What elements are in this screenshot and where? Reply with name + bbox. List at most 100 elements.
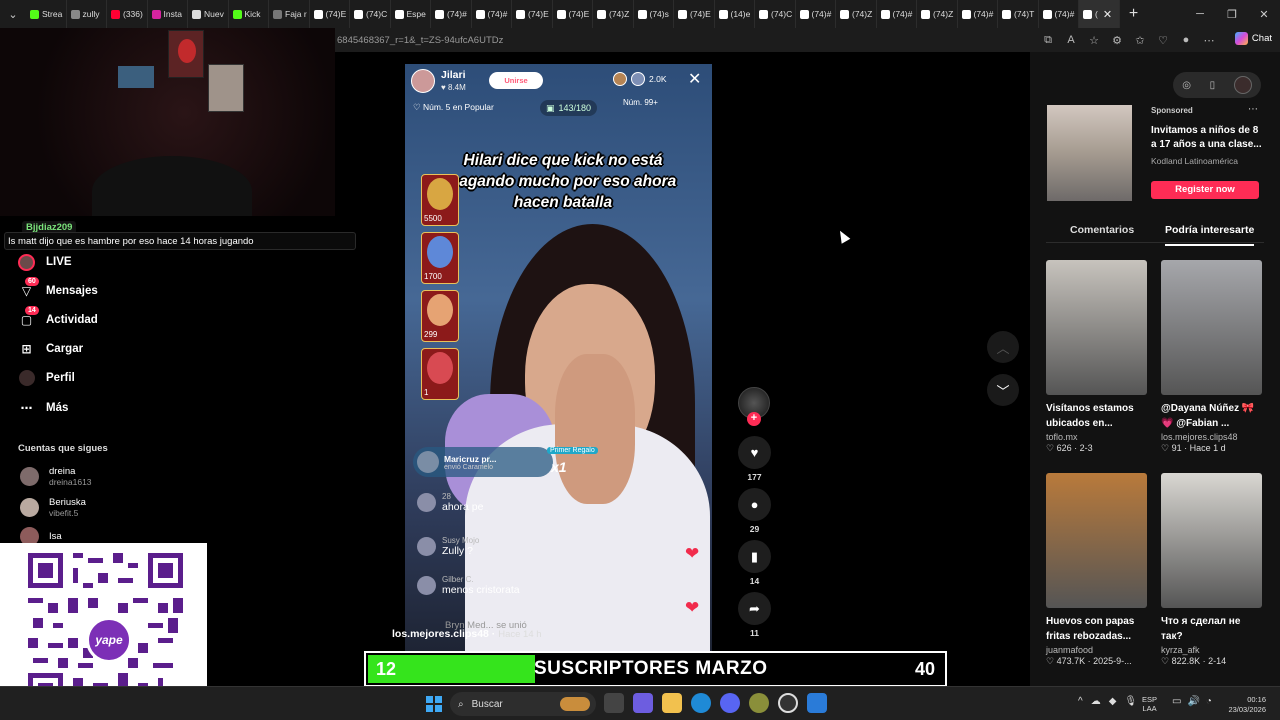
phone-icon[interactable]: ▯ — [1210, 80, 1216, 91]
maximize-icon[interactable]: ❐ — [1216, 0, 1248, 28]
favorites-icon[interactable]: ✩ — [1133, 34, 1147, 47]
register-now-button[interactable]: Register now — [1151, 181, 1259, 199]
tab-close-icon[interactable]: ✕ — [1103, 8, 1112, 21]
browser-tab[interactable]: (74)Z — [593, 0, 634, 28]
next-video-button[interactable]: ﹀ — [987, 374, 1019, 406]
obs-icon[interactable] — [778, 693, 798, 713]
url-text[interactable]: 6845468367_r=1&_t=ZS-94ufcA6UTDz — [335, 35, 503, 46]
browser-tab[interactable]: (74)# — [431, 0, 472, 28]
suggested-video-card[interactable]: Huevos con papas fritas rebozadas... jua… — [1046, 473, 1147, 667]
browser-tab[interactable]: Insta — [148, 0, 188, 28]
avatar[interactable] — [1233, 76, 1252, 94]
save-action[interactable]: ▮ 14 — [738, 540, 771, 586]
close-icon[interactable]: ✕ — [688, 69, 701, 89]
minimize-icon[interactable]: ─ — [1184, 0, 1216, 28]
close-window-icon[interactable]: ✕ — [1248, 0, 1280, 28]
task-view-icon[interactable] — [604, 693, 624, 713]
host-avatar[interactable] — [411, 69, 435, 93]
browser-tab[interactable]: Kick — [229, 0, 269, 28]
following-item[interactable]: Beriuska vibefit.5 — [20, 497, 86, 518]
ad-thumbnail[interactable] — [1047, 105, 1132, 201]
ad-title[interactable]: Invitamos a niños de 8 a 17 años a una c… — [1151, 124, 1263, 152]
browser-tab[interactable]: (74)# — [958, 0, 998, 28]
browser-tab[interactable]: (74)E — [553, 0, 593, 28]
settings-more-icon[interactable]: ⋯ — [1202, 34, 1216, 47]
tab-label: (74)Z — [609, 9, 630, 19]
browser-tab[interactable]: (74)E — [310, 0, 350, 28]
translate-icon[interactable]: A — [1064, 34, 1078, 46]
windows-start-icon[interactable] — [426, 696, 442, 712]
favorite-star-icon[interactable]: ☆ — [1087, 34, 1101, 47]
browser-tab[interactable]: (74)E — [512, 0, 553, 28]
browser-tab[interactable]: (74)Z — [917, 0, 958, 28]
clock[interactable]: 00:16 23/03/2026 — [1220, 695, 1266, 715]
app-icon[interactable] — [749, 693, 769, 713]
viewer-avatar — [613, 72, 627, 86]
browser-tab[interactable]: Nuev — [188, 0, 229, 28]
language-indicator[interactable]: ESP LAA — [1142, 695, 1157, 713]
comment-action[interactable]: ● 29 — [738, 488, 771, 534]
follow-plus-icon[interactable]: + — [747, 412, 761, 426]
sidebar-item-label: Mensajes — [46, 285, 98, 297]
browser-tab[interactable]: Faja r — [269, 0, 310, 28]
sidebar-item-actividad[interactable]: ▢ 14 Actividad — [18, 305, 98, 330]
extensions-icon[interactable]: ⚙ — [1110, 34, 1124, 47]
file-explorer-icon[interactable] — [662, 693, 682, 713]
share-action[interactable]: ➦ 11 — [738, 592, 771, 638]
copilot-chat-button[interactable]: Chat — [1234, 32, 1272, 45]
share-icon: ➦ — [738, 592, 771, 625]
edge-icon[interactable] — [691, 693, 711, 713]
ad-more-icon[interactable]: ⋯ — [1248, 104, 1258, 115]
save-count: 14 — [749, 576, 760, 586]
tab-comments[interactable]: Comentarios — [1070, 224, 1134, 236]
new-tab-button[interactable]: + — [1120, 5, 1148, 23]
browser-tab[interactable]: (74)C — [755, 0, 796, 28]
browser-tab[interactable]: (336) — [107, 0, 148, 28]
sidebar-item-live[interactable]: LIVE — [18, 252, 72, 272]
post-author[interactable]: los.mejores.clips48 · Hace 14 h — [392, 628, 542, 640]
browser-tab[interactable]: Strea — [26, 0, 67, 28]
browser-tab[interactable]: (74)# — [796, 0, 836, 28]
status-icons[interactable]: ▭ 🔊 ◔ — [1172, 696, 1212, 707]
browser-tab[interactable]: zully — [67, 0, 107, 28]
following-name: Isa — [49, 531, 62, 542]
live-preview-player[interactable]: Jilari ♥ 8.4M Unirse 2.0K ✕ ♡ Núm. 5 en … — [405, 64, 712, 652]
suggested-video-card[interactable]: Что я сделал не так? kyrza_afk ♡ 822.8K … — [1161, 473, 1262, 667]
browser-tab[interactable]: (74)C — [350, 0, 391, 28]
tab-favicon-icon — [1083, 9, 1092, 19]
browser-tab[interactable]: Espe — [391, 0, 431, 28]
sidebar-item-mas[interactable]: ⋯ Más — [18, 398, 69, 418]
previous-video-button[interactable]: ︿ — [987, 331, 1019, 363]
network-tray-icon[interactable]: ☁ — [1091, 696, 1101, 707]
discord-icon[interactable] — [720, 693, 740, 713]
suggested-video-card[interactable]: @Dayana Núñez 🎀💗 @Fabian ... los.mejores… — [1161, 260, 1262, 454]
profile-avatar-icon[interactable]: ● — [1179, 34, 1193, 46]
browser-tab[interactable]: (74)E — [674, 0, 715, 28]
browser-tab[interactable]: (74)Z — [836, 0, 877, 28]
browser-tab[interactable]: (14)e — [715, 0, 755, 28]
following-item[interactable]: dreina dreina1613 — [20, 466, 92, 487]
sidebar-item-mensajes[interactable]: ▽ 60 Mensajes — [18, 276, 98, 301]
suggested-video-card[interactable]: Visítanos estamos ubicados en... toflo.m… — [1046, 260, 1147, 454]
browser-tab[interactable]: (74)T — [998, 0, 1039, 28]
chevron-up-icon[interactable]: ^ — [1078, 696, 1083, 707]
copilot-app-icon[interactable] — [633, 693, 653, 713]
app-icon[interactable] — [807, 693, 827, 713]
browser-tab[interactable]: (74)# — [472, 0, 512, 28]
app-tray-icon[interactable]: ◆ — [1109, 696, 1117, 707]
join-button[interactable]: Unirse — [489, 72, 543, 89]
microphone-icon[interactable]: 🎙 — [1124, 696, 1137, 707]
browser-tab[interactable]: (74)# — [877, 0, 917, 28]
browser-tab[interactable]: (74)s — [634, 0, 674, 28]
sidebar-item-perfil[interactable]: Perfil — [18, 368, 75, 388]
browser-tab[interactable]: (✕ — [1079, 0, 1120, 28]
coin-icon[interactable]: ◎ — [1182, 80, 1191, 91]
open-app-icon[interactable]: ⧉ — [1041, 34, 1055, 47]
like-action[interactable]: ♥ 177 — [738, 436, 771, 482]
browser-essentials-icon[interactable]: ♡ — [1156, 34, 1170, 47]
tab-actions-icon[interactable]: ⌄ — [0, 0, 26, 28]
browser-tab[interactable]: (74)# — [1039, 0, 1079, 28]
yape-logo: yape — [86, 617, 132, 663]
taskbar-search[interactable]: ⌕ Buscar — [450, 692, 596, 716]
sidebar-item-cargar[interactable]: ⊞ Cargar — [18, 339, 83, 359]
